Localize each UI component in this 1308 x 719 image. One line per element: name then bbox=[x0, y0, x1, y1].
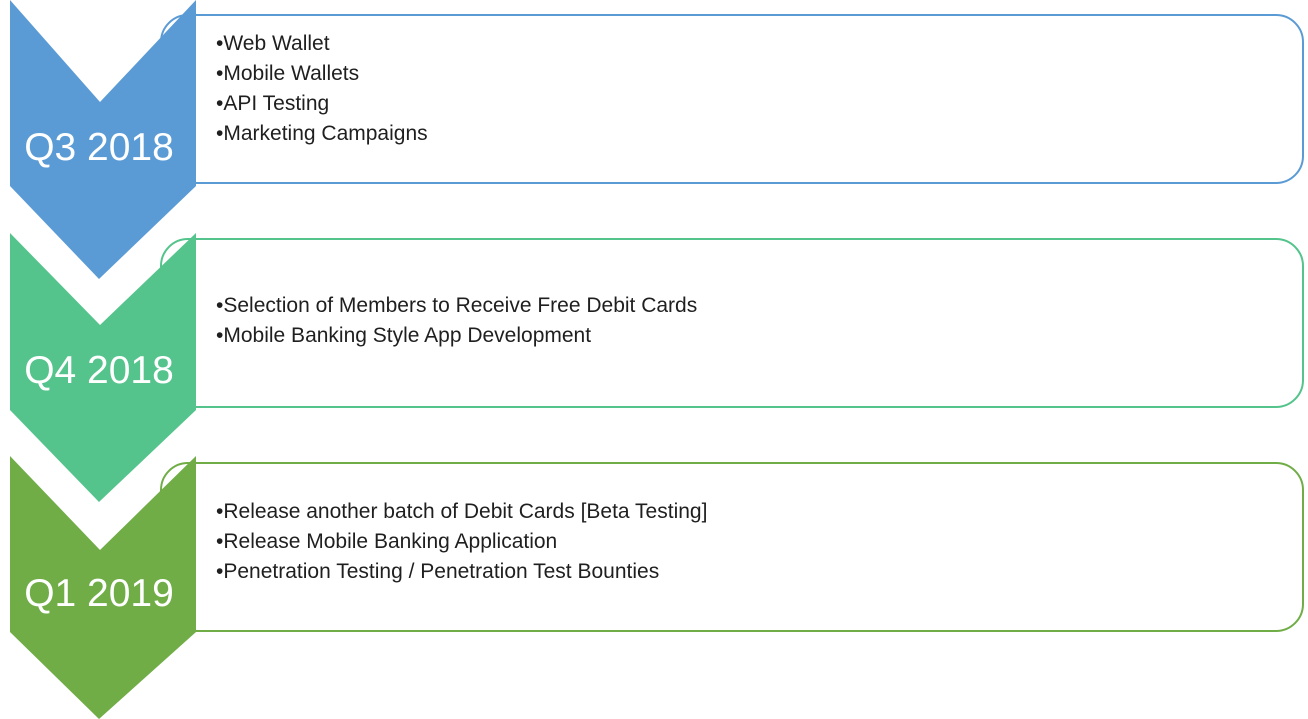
phase-items-q3-2018: Web Wallet Mobile Wallets API Testing Ma… bbox=[216, 29, 428, 149]
phase-label-q3-2018: Q3 2018 bbox=[24, 126, 174, 169]
list-item: Mobile Wallets bbox=[216, 59, 428, 89]
list-item: Mobile Banking Style App Development bbox=[216, 321, 697, 351]
list-item: Web Wallet bbox=[216, 29, 428, 59]
list-item: Release Mobile Banking Application bbox=[216, 527, 707, 557]
phase-items-q1-2019: Release another batch of Debit Cards [Be… bbox=[216, 497, 707, 587]
list-item: Release another batch of Debit Cards [Be… bbox=[216, 497, 707, 527]
roadmap-diagram: Q3 2018 Q4 2018 Q1 2019 Web Wallet Mobil… bbox=[0, 0, 1308, 719]
list-item: Penetration Testing / Penetration Test B… bbox=[216, 557, 707, 587]
phase-label-q4-2018: Q4 2018 bbox=[24, 349, 174, 392]
list-item: API Testing bbox=[216, 89, 428, 119]
phase-label-q1-2019: Q1 2019 bbox=[24, 572, 174, 615]
list-item: Marketing Campaigns bbox=[216, 119, 427, 149]
list-item: Selection of Members to Receive Free Deb… bbox=[216, 291, 697, 321]
phase-items-q4-2018: Selection of Members to Receive Free Deb… bbox=[216, 291, 697, 351]
